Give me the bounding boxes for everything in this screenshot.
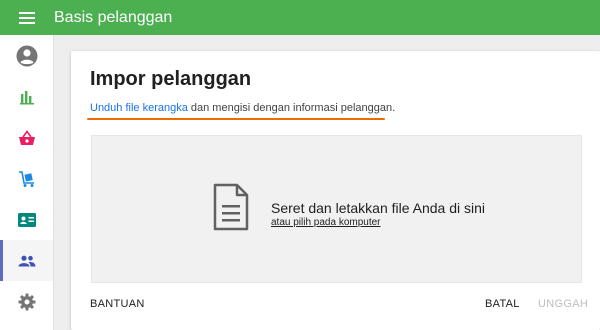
sidebar-item-statistics[interactable]: [0, 76, 53, 117]
app-title: Basis pelanggan: [54, 8, 173, 26]
page-title: Impor pelanggan: [90, 68, 252, 90]
sidebar-item-basket[interactable]: [0, 117, 53, 158]
hamburger-menu-icon: [19, 11, 35, 24]
cancel-button[interactable]: BATAL: [485, 298, 520, 310]
shopping-basket-icon: [18, 129, 35, 145]
menu-button[interactable]: [0, 0, 54, 35]
app-bar: Basis pelanggan: [0, 0, 600, 35]
instructions-text: dan mengisi dengan informasi pelanggan.: [187, 102, 396, 114]
cart-box-icon: [18, 170, 34, 187]
people-icon: [18, 255, 35, 266]
choose-file-link[interactable]: atau pilih pada komputer: [271, 217, 381, 228]
file-dropzone[interactable]: Seret dan letakkan file Anda di sini ata…: [91, 135, 582, 283]
contact-card-icon: [17, 212, 36, 227]
download-template-link[interactable]: Unduh file kerangka: [90, 102, 188, 114]
help-button[interactable]: BANTUAN: [90, 298, 145, 310]
sidebar-item-customers[interactable]: [0, 240, 53, 281]
sidebar: [0, 35, 54, 330]
account-icon: [16, 45, 37, 66]
sidebar-item-settings[interactable]: [0, 281, 53, 322]
bar-chart-icon: [19, 90, 34, 104]
upload-button[interactable]: UNGGAH: [538, 298, 588, 310]
sidebar-item-contacts[interactable]: [0, 199, 53, 240]
document-icon: [213, 183, 249, 231]
instructions: Unduh file kerangka dan mengisi dengan i…: [90, 102, 395, 114]
gear-icon: [18, 293, 35, 310]
dropzone-label: Seret dan letakkan file Anda di sini: [271, 200, 486, 216]
import-card: Impor pelanggan Unduh file kerangka dan …: [71, 51, 600, 330]
sidebar-item-delivery[interactable]: [0, 158, 53, 199]
annotation-underline: [87, 118, 385, 120]
sidebar-item-account[interactable]: [0, 35, 53, 76]
